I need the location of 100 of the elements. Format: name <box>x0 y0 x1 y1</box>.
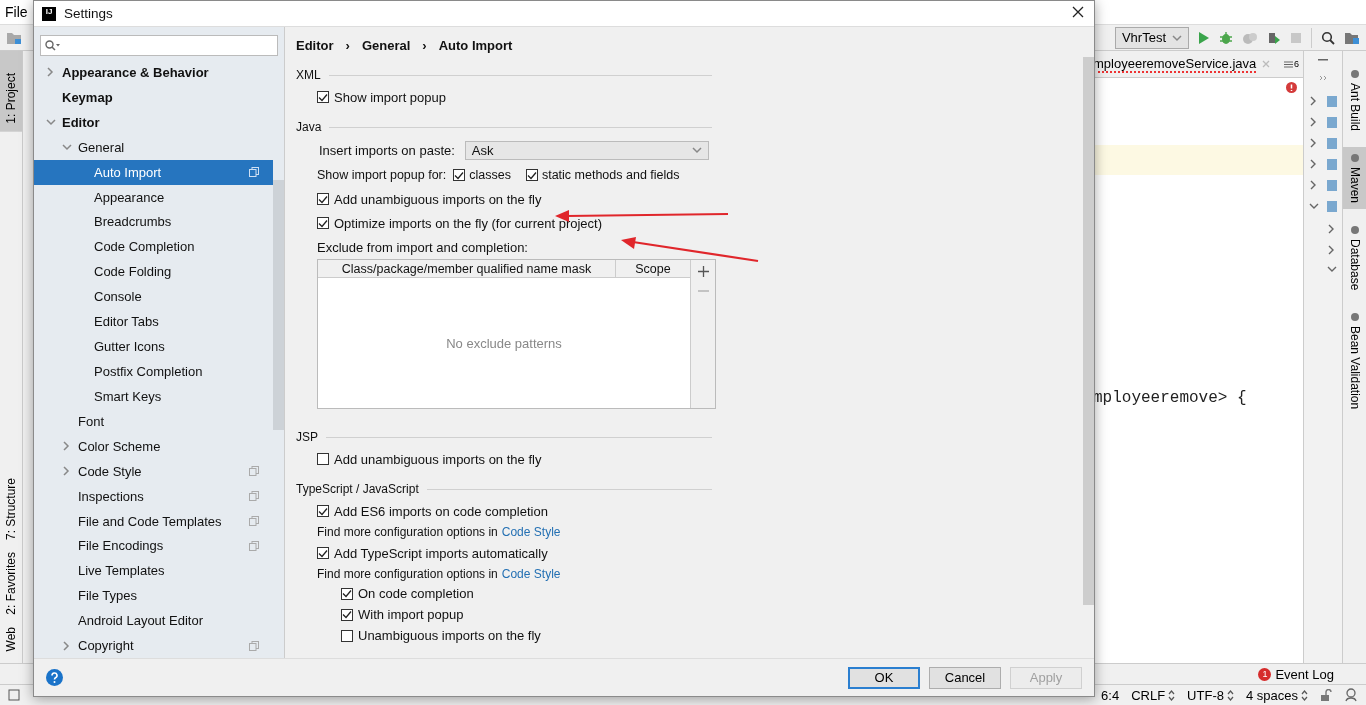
checkbox[interactable] <box>453 169 466 181</box>
checkbox-label[interactable]: With import popup <box>358 607 464 622</box>
tree-item[interactable]: File and Code Templates <box>34 508 273 534</box>
updown-arrows-icon[interactable] <box>1168 689 1176 701</box>
updown-arrows-icon[interactable] <box>1301 689 1308 701</box>
indent-button[interactable]: 4 spaces <box>1245 687 1308 703</box>
tree-item[interactable]: Font <box>34 408 273 434</box>
tree-item[interactable]: Copyright <box>34 633 273 659</box>
scrollbar-thumb[interactable] <box>1083 57 1094 605</box>
breadcrumb-item[interactable]: General <box>361 37 411 53</box>
tree-item[interactable]: Editor <box>34 109 273 135</box>
tree-item[interactable]: General <box>34 134 273 160</box>
checkbox[interactable] <box>317 91 329 103</box>
tool-window-tab[interactable]: 2: Favorites <box>0 545 22 621</box>
link[interactable]: Code Style <box>501 525 561 539</box>
tool-window-tab[interactable]: Database <box>1343 219 1366 297</box>
tree-item[interactable]: Editor Tabs <box>34 309 273 335</box>
chevron-right-icon[interactable] <box>62 466 70 477</box>
tool-window-tab[interactable]: Web <box>0 620 22 657</box>
checkbox[interactable] <box>341 629 353 642</box>
folder-icon[interactable] <box>6 30 22 45</box>
checkbox[interactable] <box>317 193 329 205</box>
tool-window-tab[interactable]: Bean Validation <box>1343 306 1366 416</box>
checkbox-label[interactable]: On code completion <box>358 586 474 601</box>
checkbox-label[interactable]: Unambiguous imports on the fly <box>358 628 541 643</box>
search-icon[interactable] <box>1321 30 1335 45</box>
menu-item[interactable]: File <box>5 4 28 20</box>
bug-icon[interactable] <box>1219 30 1233 45</box>
chevron-right-icon[interactable] <box>62 441 70 452</box>
cursor-position[interactable]: 6:4 <box>1101 687 1120 703</box>
tree-item[interactable]: Appearance & Behavior <box>34 60 273 85</box>
breadcrumb-item[interactable]: Auto Import <box>438 37 513 53</box>
tree-item[interactable]: Code Completion <box>34 234 273 260</box>
tree-item[interactable]: File Types <box>34 583 273 609</box>
dialog-button[interactable]: OK <box>848 666 920 689</box>
chevron-right-icon[interactable] <box>46 67 54 78</box>
tree-item[interactable]: File Encodings <box>34 533 273 559</box>
tree-item[interactable]: Appearance <box>34 184 273 210</box>
tree-item[interactable]: Code Style <box>34 458 273 484</box>
tree-item[interactable]: Breadcrumbs <box>34 209 273 235</box>
checkbox-label[interactable]: Show import popup <box>334 89 446 105</box>
dropdown[interactable]: Ask <box>464 140 709 160</box>
tab-list-button[interactable]: 6 <box>1284 59 1299 69</box>
person-icon[interactable] <box>1344 688 1358 702</box>
checkbox-label[interactable]: Add TypeScript imports automatically <box>334 545 548 561</box>
unlocked-icon[interactable] <box>1320 688 1332 702</box>
tree-item[interactable]: Live Templates <box>34 558 273 584</box>
checkbox-label[interactable]: Add unambiguous imports on the fly <box>334 191 542 207</box>
checkbox[interactable] <box>317 505 329 517</box>
tree-item[interactable]: Console <box>34 284 273 310</box>
checkbox[interactable] <box>317 217 329 229</box>
minimize-icon[interactable] <box>1318 59 1328 61</box>
checkbox-label[interactable]: Optimize imports on the fly (for current project) <box>334 215 603 231</box>
tool-window-tab[interactable]: 7: Structure <box>0 471 22 546</box>
event-log-button[interactable]: Event Log <box>1275 666 1334 682</box>
chevron-right-icon[interactable] <box>62 640 70 651</box>
checkbox-label[interactable]: static methods and fields <box>541 168 680 182</box>
square-icon[interactable] <box>8 689 20 701</box>
checkbox-label[interactable]: Add ES6 imports on code completion <box>334 503 548 519</box>
column-header[interactable]: Scope <box>616 260 690 277</box>
tool-window-tab[interactable]: Maven <box>1343 147 1366 210</box>
checkbox[interactable] <box>341 587 353 600</box>
close-icon[interactable] <box>1072 6 1084 18</box>
chevron-down-icon[interactable] <box>46 118 56 127</box>
line-separator-button[interactable]: CRLF <box>1131 687 1176 703</box>
chevron-down-icon[interactable] <box>691 146 702 154</box>
search-field[interactable] <box>40 35 278 56</box>
checkbox[interactable] <box>341 608 353 621</box>
tool-window-tab[interactable]: Ant Build <box>1343 63 1366 138</box>
add-icon[interactable] <box>697 266 709 277</box>
tree-item[interactable]: Smart Keys <box>34 384 273 409</box>
tree-item[interactable]: Android Layout Editor <box>34 608 273 634</box>
checkbox[interactable] <box>317 547 329 559</box>
checkbox[interactable] <box>525 169 538 181</box>
checkbox-label[interactable]: classes <box>469 168 511 182</box>
chevron-down-icon[interactable] <box>62 143 72 152</box>
run-configuration-dropdown[interactable]: VhrTest <box>1114 26 1189 49</box>
tree-item[interactable]: Color Scheme <box>34 433 273 459</box>
run-icon[interactable] <box>1198 30 1210 45</box>
updown-arrows-icon[interactable] <box>1226 689 1234 701</box>
profile-icon[interactable] <box>1267 30 1281 45</box>
double-chevron-icon[interactable] <box>1319 75 1327 81</box>
help-icon[interactable] <box>46 669 63 686</box>
tree-item[interactable]: Gutter Icons <box>34 334 273 360</box>
chevron-down-icon[interactable] <box>1172 33 1182 42</box>
tree-item[interactable]: Postfix Completion <box>34 359 273 384</box>
tree-item[interactable]: Inspections <box>34 483 273 509</box>
encoding-button[interactable]: UTF-8 <box>1187 687 1234 703</box>
column-header[interactable]: Class/package/member qualified name mask <box>318 260 616 277</box>
checkbox[interactable] <box>317 453 329 465</box>
scrollbar-thumb[interactable] <box>273 180 284 430</box>
breadcrumb-item[interactable]: Editor <box>296 37 334 53</box>
link[interactable]: Code Style <box>501 567 561 581</box>
tree-item[interactable]: Auto Import <box>34 159 273 185</box>
tree-item[interactable]: Code Folding <box>34 259 273 285</box>
project-structure-icon[interactable] <box>1344 30 1360 45</box>
checkbox-label[interactable]: Add unambiguous imports on the fly <box>334 451 542 467</box>
dialog-button[interactable]: Cancel <box>929 666 1001 689</box>
tree-item[interactable]: Keymap <box>34 84 273 110</box>
tool-window-tab[interactable]: 1: Project <box>0 51 22 132</box>
